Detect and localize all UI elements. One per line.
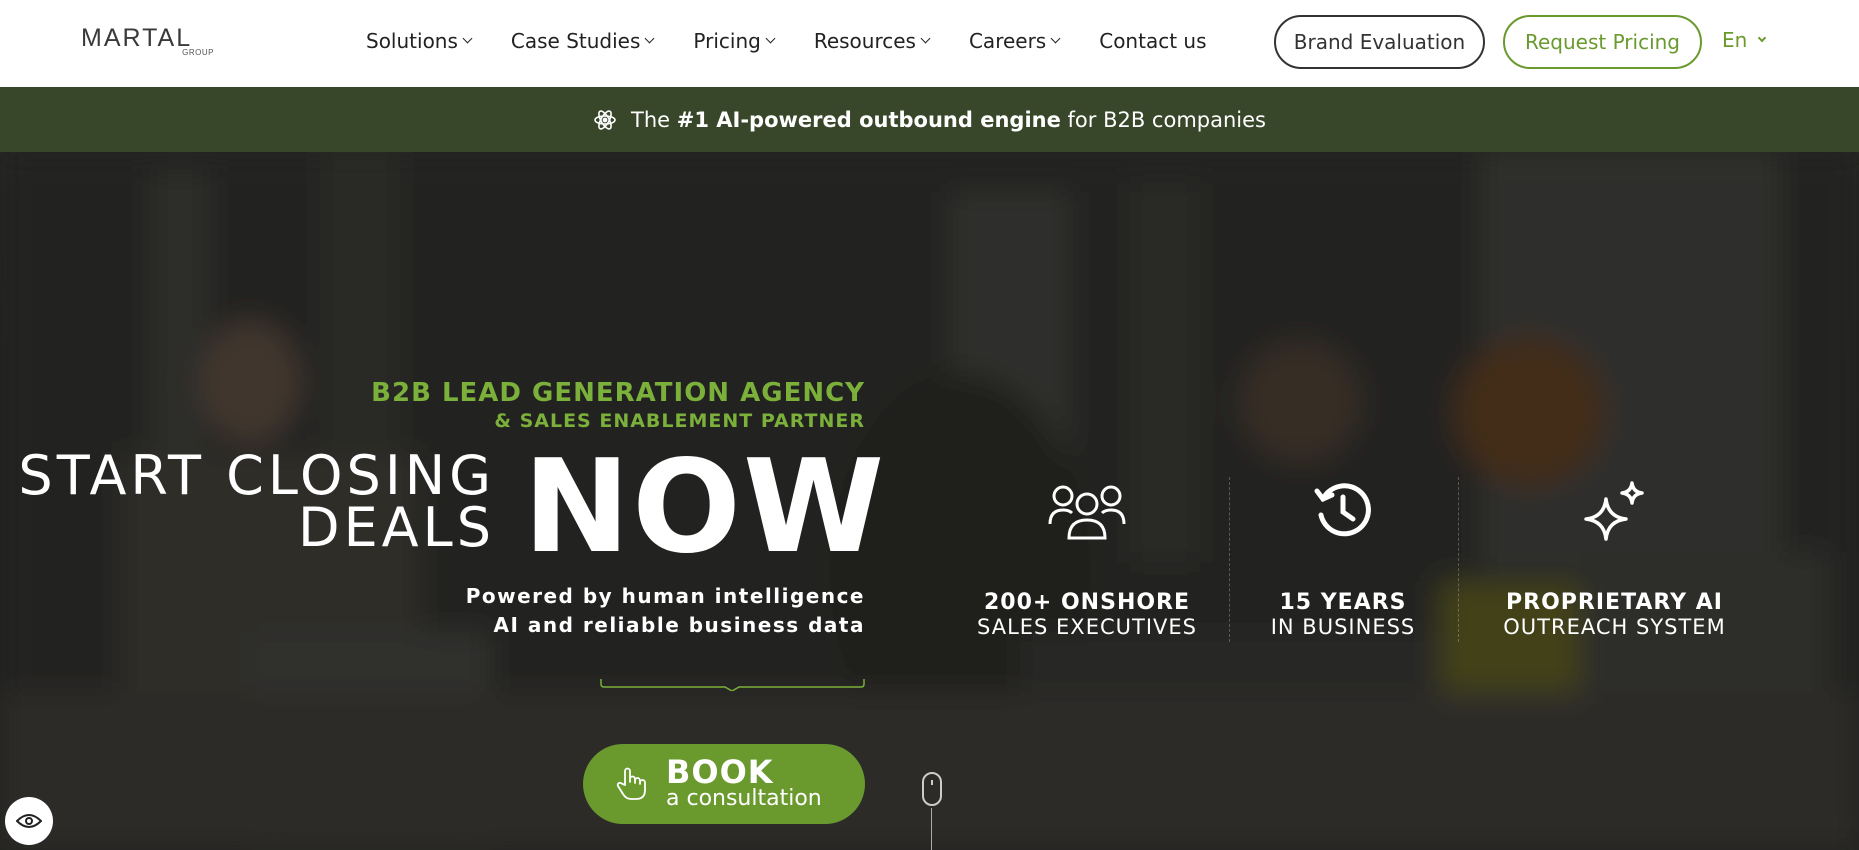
logo[interactable]: MARTAL GROUP [81, 26, 216, 60]
hero-description: Powered by human intelligence AI and rel… [466, 582, 865, 640]
hero-headline-line1: START CLOSING [18, 444, 495, 507]
chevron-down-icon [765, 33, 776, 44]
feature-title: 15 YEARS [1279, 590, 1407, 615]
decorative-divider [600, 679, 865, 691]
main-menu: Solutions Case Studies Pricing Resources… [366, 0, 1247, 82]
cta-text: BOOK a consultation [666, 753, 822, 811]
chevron-down-icon [1050, 33, 1061, 44]
menu-item-pricing[interactable]: Pricing [693, 29, 776, 53]
feature-separator [1229, 477, 1230, 642]
logo-subtext: GROUP [182, 48, 214, 57]
chevron-down-icon [644, 33, 655, 44]
feature-subtitle: SALES EXECUTIVES [976, 615, 1197, 639]
book-consultation-button[interactable]: BOOK a consultation [583, 744, 865, 824]
hero-section: B2B LEAD GENERATION AGENCY & SALES ENABL… [0, 152, 1859, 850]
announcement-prefix: The [631, 107, 671, 132]
chevron-down-icon [1758, 33, 1767, 42]
team-icon [1048, 485, 1126, 540]
clock-history-icon [1314, 483, 1371, 537]
feature-separator [1458, 477, 1459, 642]
announcement-suffix: for B2B companies [1067, 107, 1266, 132]
menu-item-solutions[interactable]: Solutions [366, 29, 473, 53]
feature-years-in-business: 15 YEARS IN BUSINESS [1237, 476, 1449, 639]
sparkle-icon [1583, 481, 1644, 541]
menu-label: Solutions [366, 29, 458, 53]
cta-title: BOOK [666, 753, 774, 791]
chevron-down-icon [920, 33, 931, 44]
menu-label: Contact us [1099, 29, 1207, 53]
menu-label: Resources [813, 29, 916, 53]
site-header: MARTAL GROUP Solutions Case Studies Pric… [0, 0, 1859, 87]
scroll-down-icon[interactable] [922, 772, 942, 806]
menu-item-careers[interactable]: Careers [968, 29, 1061, 53]
hero-headline: START CLOSING DEALS [18, 444, 495, 559]
brand-evaluation-button[interactable]: Brand Evaluation [1274, 15, 1485, 69]
cookie-settings-button[interactable] [5, 797, 53, 845]
menu-label: Case Studies [510, 29, 641, 53]
feature-subtitle: OUTREACH SYSTEM [1503, 615, 1726, 639]
language-selector[interactable]: En [1722, 28, 1767, 52]
menu-item-resources[interactable]: Resources [813, 29, 931, 53]
hero-description-line1: Powered by human intelligence [465, 584, 865, 608]
chevron-down-icon [462, 33, 473, 44]
menu-item-case-studies[interactable]: Case Studies [510, 29, 655, 53]
menu-label: Careers [968, 29, 1047, 53]
announcement-bar: The #1 AI-powered outbound engine for B2… [0, 87, 1859, 152]
hero-subtagline: & SALES ENABLEMENT PARTNER [494, 410, 865, 432]
feature-sales-executives: 200+ ONSHORE SALES EXECUTIVES [968, 476, 1206, 639]
request-pricing-button[interactable]: Request Pricing [1503, 15, 1702, 69]
menu-label: Pricing [693, 29, 761, 53]
feature-subtitle: IN BUSINESS [1270, 615, 1416, 639]
language-label: En [1722, 28, 1748, 52]
hero-tagline: B2B LEAD GENERATION AGENCY [371, 378, 865, 408]
announcement-highlight: #1 AI-powered outbound engine [676, 107, 1061, 132]
menu-item-contact[interactable]: Contact us [1099, 29, 1206, 53]
hero-description-line2: AI and reliable business data [493, 613, 865, 637]
scroll-line [931, 808, 932, 850]
feature-title: 200+ ONSHORE [983, 590, 1191, 615]
feature-title: PROPRIETARY AI [1506, 590, 1723, 615]
hero-headline-big: NOW [523, 433, 887, 582]
feature-ai-outreach: PROPRIETARY AI OUTREACH SYSTEM [1468, 476, 1761, 639]
cta-subtitle: a consultation [666, 786, 822, 811]
atom-icon [594, 109, 616, 130]
pointer-hand-icon [616, 767, 646, 800]
eye-icon [16, 814, 42, 828]
hero-headline-line2: DEALS [297, 496, 495, 559]
